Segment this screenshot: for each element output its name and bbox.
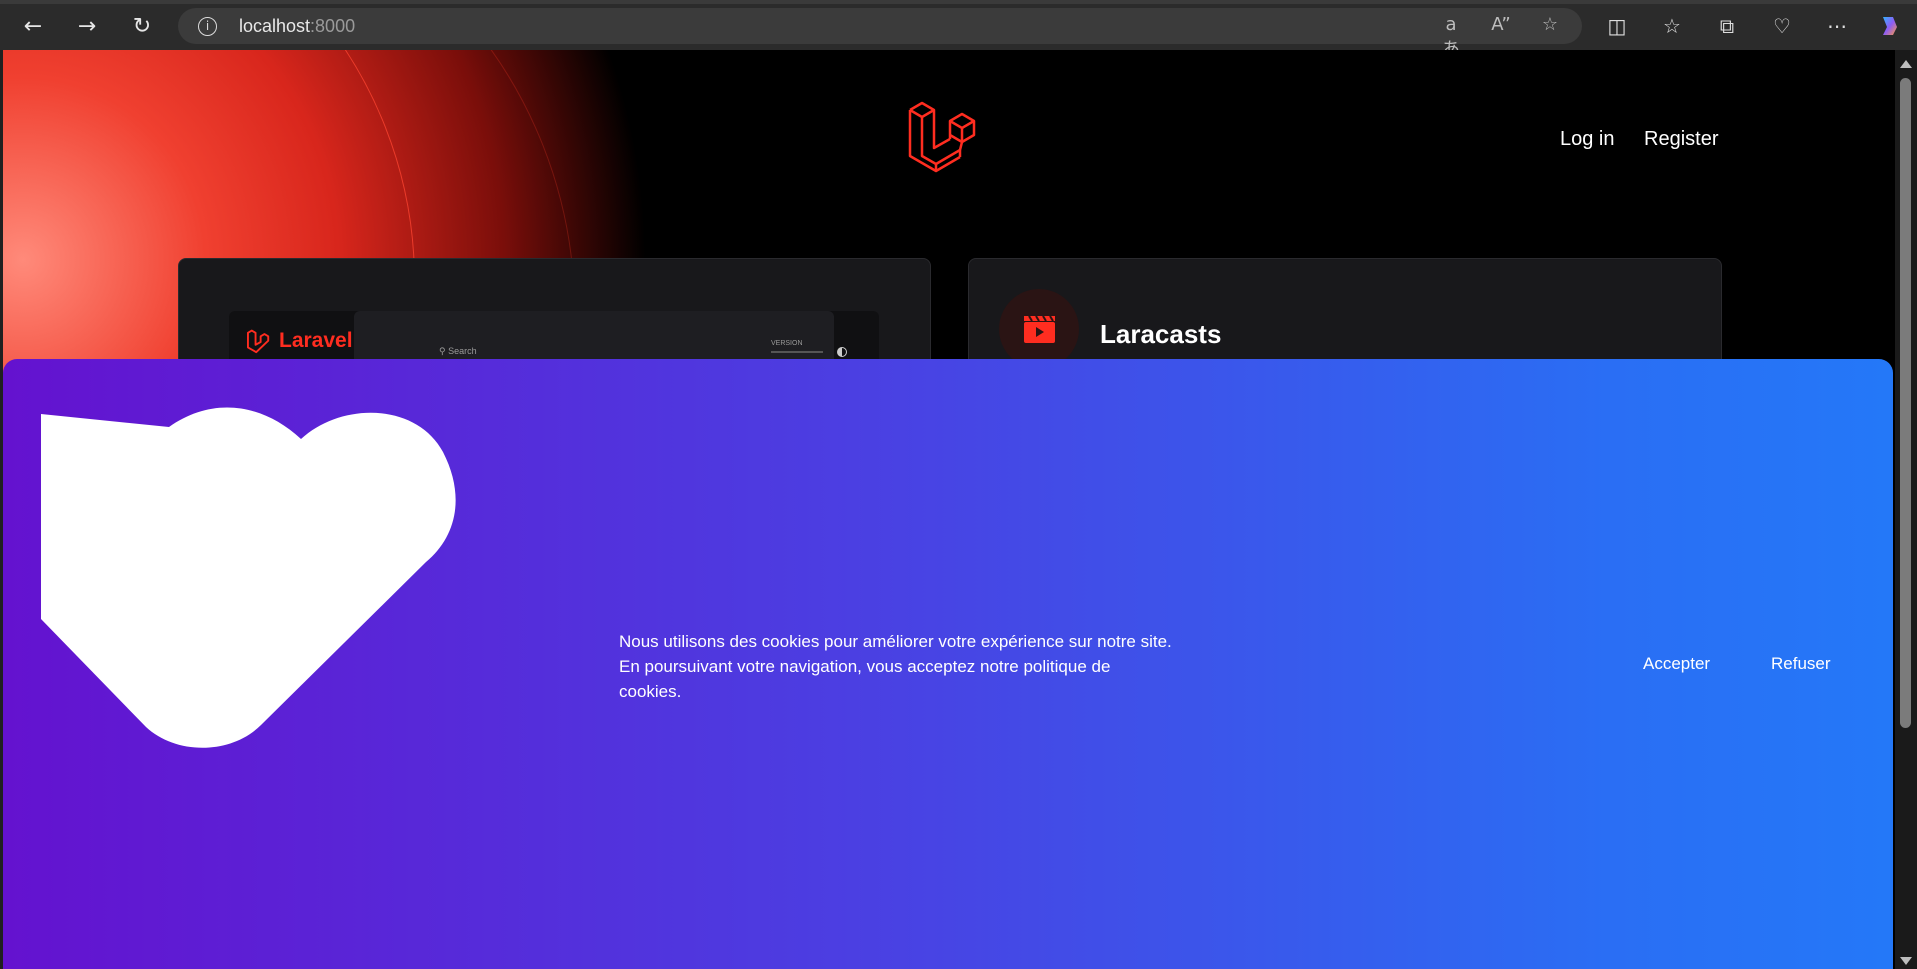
more-icon[interactable]: ⋯ xyxy=(1820,9,1854,43)
mini-version-label: VERSION xyxy=(771,340,803,347)
collections-icon[interactable]: ⧉ xyxy=(1710,9,1744,43)
laravel-logo-icon xyxy=(908,101,976,173)
refuse-cookies-button[interactable]: Refuser xyxy=(1771,654,1831,674)
browser-toolbar: ← → ↻ i localhost:8000 aあ A” ☆ ◫ ☆ ⧉ ♡ ⋯ xyxy=(0,0,1917,60)
heart-icon xyxy=(41,407,456,748)
register-link[interactable]: Register xyxy=(1644,128,1718,151)
cookie-message-line: Nous utilisons des cookies pour améliore… xyxy=(619,632,1172,651)
mini-theme-toggle-icon xyxy=(837,347,847,357)
cookie-message-line: En poursuivant votre navigation, vous ac… xyxy=(619,657,1111,676)
login-link[interactable]: Log in xyxy=(1560,128,1615,151)
split-screen-icon[interactable]: ◫ xyxy=(1600,9,1634,43)
read-aloud-icon[interactable]: A” xyxy=(1488,14,1514,38)
copilot-icon[interactable] xyxy=(1873,9,1907,43)
browser-essentials-icon[interactable]: ♡ xyxy=(1765,9,1799,43)
mini-search-label: Search xyxy=(448,346,477,356)
laracasts-title: Laracasts xyxy=(1100,319,1222,349)
cookie-message: Nous utilisons des cookies pour améliore… xyxy=(619,629,1209,704)
cookie-banner: Nous utilisons des cookies pour améliore… xyxy=(3,359,1893,969)
cookie-message-line: cookies. xyxy=(619,682,682,701)
video-clapperboard-icon xyxy=(1024,315,1055,343)
page-scrollbar[interactable] xyxy=(1895,50,1917,969)
mini-search-field: ⚲ Search xyxy=(439,346,477,356)
scrollbar-thumb[interactable] xyxy=(1900,78,1911,728)
favorites-icon[interactable]: ☆ xyxy=(1655,9,1689,43)
url-port: :8000 xyxy=(310,16,356,36)
refresh-icon[interactable]: ↻ xyxy=(124,9,160,43)
star-icon[interactable]: ☆ xyxy=(1537,14,1563,38)
forward-arrow-icon[interactable]: → xyxy=(69,9,105,43)
mini-laravel-logo-icon xyxy=(247,329,270,354)
info-icon[interactable]: i xyxy=(198,17,217,36)
scroll-down-arrow-icon[interactable] xyxy=(1900,957,1912,965)
translate-icon[interactable]: aあ xyxy=(1438,14,1464,60)
url-host: localhost xyxy=(239,16,311,36)
tab-strip xyxy=(0,0,1917,4)
mini-version-select xyxy=(771,351,823,353)
mini-laravel-wordmark: Laravel xyxy=(279,329,353,352)
back-arrow-icon[interactable]: ← xyxy=(15,9,51,43)
address-bar[interactable]: i localhost:8000 aあ A” ☆ xyxy=(178,8,1582,60)
accept-cookies-button[interactable]: Accepter xyxy=(1643,654,1710,674)
scroll-up-arrow-icon[interactable] xyxy=(1900,60,1912,68)
url-text[interactable]: localhost:8000 xyxy=(239,16,355,37)
